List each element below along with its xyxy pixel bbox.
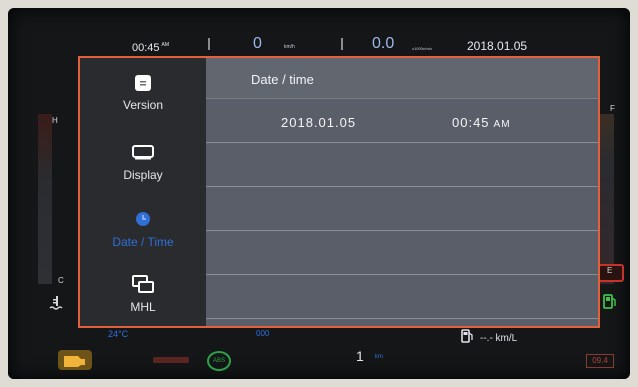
- bottom-status-bar: 24°C 000 --.- km/L ABS 1 km 09.4: [8, 324, 630, 379]
- date-time-content: Date / time 2018.01.05 00:45 AM: [206, 58, 598, 326]
- coolant-temp-icon: [49, 296, 63, 310]
- rpm-value: 0.0: [372, 35, 395, 52]
- divider: [208, 38, 210, 50]
- divider: [341, 38, 343, 50]
- list-item: [206, 187, 598, 231]
- faded-warning-icon: [153, 357, 189, 363]
- sidebar-item-label: Version: [122, 98, 164, 112]
- clock-display: 00:45 AM: [132, 42, 169, 54]
- list-item: [206, 275, 598, 319]
- page-title: Date / time: [251, 72, 314, 87]
- clock-suffix: AM: [161, 42, 170, 48]
- fuel-pump-icon: [603, 294, 616, 309]
- time-value[interactable]: 00:45 AM: [452, 115, 511, 130]
- top-date: 2018.01.05: [467, 39, 528, 53]
- settings-sidebar: Version Display Date / Time MHL: [80, 58, 206, 326]
- list-item: [206, 231, 598, 275]
- instrument-cluster: 00:45 AM 0 km/h 0.0 x1000r/min 2018.01.05…: [8, 8, 630, 379]
- temperature-gauge: [38, 114, 52, 284]
- temp-low-label: C: [58, 276, 64, 285]
- sidebar-item-mhl[interactable]: MHL: [80, 260, 206, 324]
- clock-icon: [136, 212, 150, 226]
- top-status-bar: 00:45 AM 0 km/h 0.0 x1000r/min 2018.01.05: [8, 8, 630, 56]
- sidebar-item-label: MHL: [130, 300, 156, 314]
- temp-high-label: H: [52, 116, 58, 125]
- fuel-empty-label: E: [607, 266, 613, 275]
- speed-unit: km/h: [284, 44, 295, 50]
- fuel-economy-value: --.- km/L: [480, 333, 518, 344]
- sidebar-item-date-time[interactable]: Date / Time: [80, 194, 206, 258]
- sidebar-item-version[interactable]: Version: [80, 58, 206, 122]
- rpm-unit: x1000r/min: [412, 46, 432, 51]
- faded-warning-text: [153, 355, 189, 367]
- content-header: Date / time: [206, 58, 598, 99]
- right-code: 09.4: [586, 354, 614, 368]
- odometer-value: 000: [256, 329, 270, 338]
- fuel-gauge: [600, 114, 614, 284]
- list-item: [206, 143, 598, 187]
- mhl-icon: [132, 275, 154, 293]
- trip-value: 1: [356, 348, 364, 364]
- abs-indicator-icon: ABS: [207, 351, 231, 371]
- outside-temperature: 24°C: [108, 329, 129, 339]
- sidebar-item-display[interactable]: Display: [80, 128, 206, 192]
- time-text: 00:45: [452, 115, 490, 130]
- fuel-economy-icon: [461, 329, 473, 343]
- sidebar-item-label: Date / Time: [112, 235, 174, 249]
- display-icon: [132, 145, 154, 160]
- speed-value: 0: [253, 35, 262, 52]
- date-time-row[interactable]: 2018.01.05 00:45 AM: [206, 99, 598, 143]
- fuel-full-label: F: [610, 104, 615, 113]
- fuel-warning-indicator: E: [598, 264, 624, 282]
- check-engine-icon: [58, 350, 92, 370]
- clock-time: 00:45: [132, 42, 160, 54]
- trip-unit: km: [375, 354, 383, 360]
- date-value[interactable]: 2018.01.05: [281, 115, 356, 130]
- time-suffix: AM: [493, 119, 511, 130]
- version-icon: [135, 75, 151, 91]
- settings-panel: Version Display Date / Time MHL Date / t…: [78, 56, 600, 328]
- sidebar-item-label: Display: [123, 168, 163, 182]
